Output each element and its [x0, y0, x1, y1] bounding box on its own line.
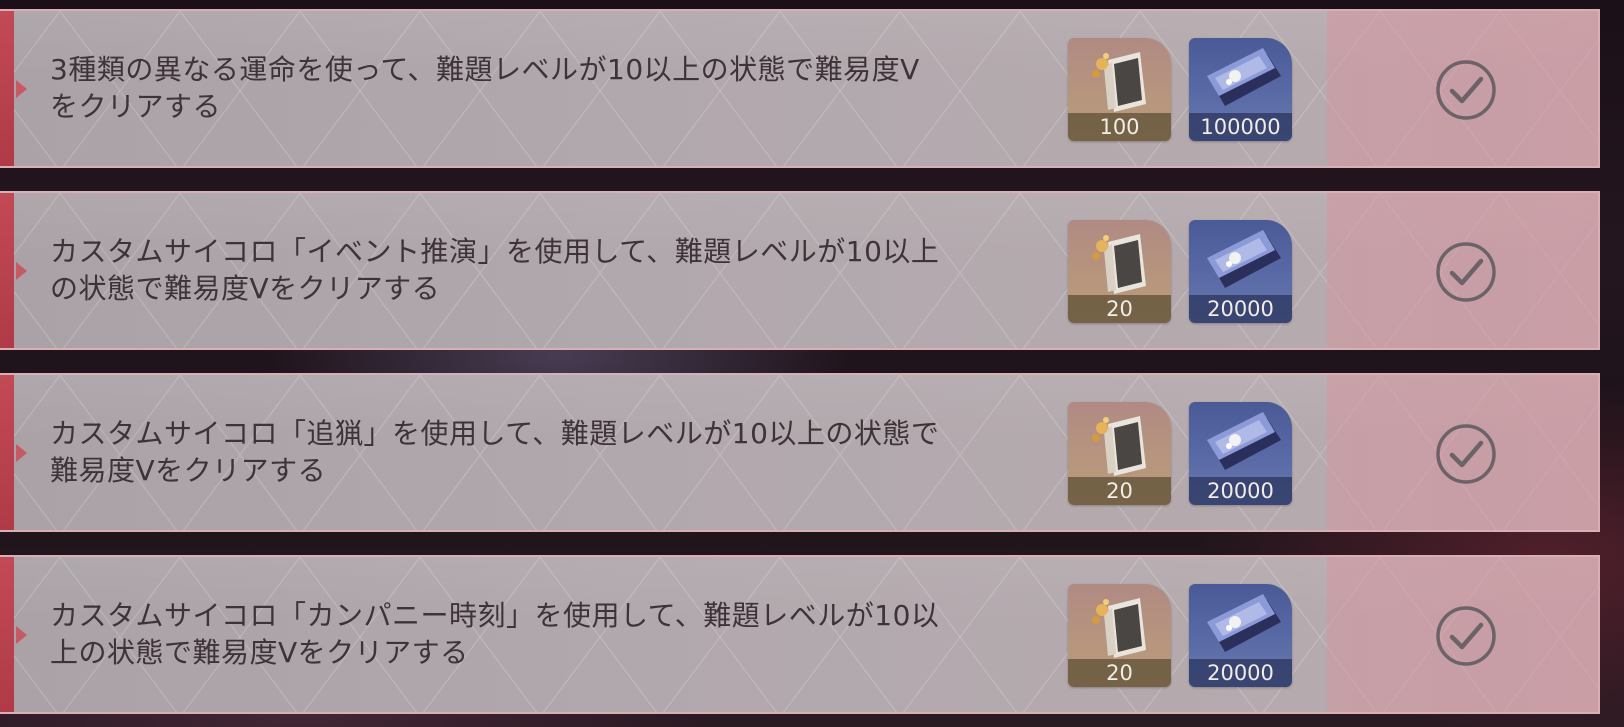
pass-card-icon — [1207, 412, 1281, 470]
book-icon — [1092, 598, 1146, 658]
mission-description: 3種類の異なる運命を使って、難題レベルが10以上の状態で難易度V をクリアする — [50, 53, 920, 123]
checkmark-circle-icon — [1436, 242, 1496, 302]
pass-card-icon — [1207, 594, 1281, 652]
claim-status-area[interactable] — [1327, 557, 1598, 712]
claim-status-area[interactable] — [1327, 11, 1598, 166]
mission-row: カスタムサイコロ「イベント推演」を使用して、難題レベルが10以上 の状態で難易度… — [0, 191, 1600, 350]
reward-item-book[interactable]: 20 — [1068, 220, 1171, 323]
row-pointer-icon — [16, 443, 27, 462]
reward-count: 20 — [1068, 295, 1171, 323]
reward-count: 100 — [1068, 113, 1171, 141]
row-pointer-icon — [16, 625, 27, 644]
row-accent-bar — [0, 11, 14, 166]
checkmark-circle-icon — [1436, 60, 1496, 120]
row-accent-bar — [0, 375, 14, 530]
reward-count: 20 — [1068, 659, 1171, 687]
row-pointer-icon — [16, 79, 27, 98]
reward-item-pass[interactable]: 20000 — [1189, 584, 1292, 687]
mission-list: 3種類の異なる運命を使って、難題レベルが10以上の状態で難易度V をクリアする … — [0, 0, 1624, 727]
checkmark-circle-icon — [1436, 606, 1496, 666]
reward-count: 100000 — [1189, 113, 1292, 141]
claim-status-area[interactable] — [1327, 193, 1598, 348]
pass-card-icon — [1207, 230, 1281, 288]
reward-count: 20000 — [1189, 659, 1292, 687]
reward-count: 20000 — [1189, 295, 1292, 323]
book-icon — [1092, 416, 1146, 476]
reward-item-book[interactable]: 100 — [1068, 38, 1171, 141]
row-pointer-icon — [16, 261, 27, 280]
checkmark-circle-icon — [1436, 424, 1496, 484]
row-accent-bar — [0, 193, 14, 348]
reward-item-pass[interactable]: 20000 — [1189, 220, 1292, 323]
mission-description: カスタムサイコロ「イベント推演」を使用して、難題レベルが10以上 の状態で難易度… — [50, 235, 940, 305]
mission-row: カスタムサイコロ「カンパニー時刻」を使用して、難題レベルが10以 上の状態で難易… — [0, 555, 1600, 714]
pass-card-icon — [1207, 48, 1281, 106]
claim-status-area[interactable] — [1327, 375, 1598, 530]
mission-row: 3種類の異なる運命を使って、難題レベルが10以上の状態で難易度V をクリアする … — [0, 9, 1600, 168]
reward-item-book[interactable]: 20 — [1068, 584, 1171, 687]
mission-description: カスタムサイコロ「追猟」を使用して、難題レベルが10以上の状態で 難易度Vをクリ… — [50, 417, 940, 487]
reward-count: 20000 — [1189, 477, 1292, 505]
book-icon — [1092, 234, 1146, 294]
reward-item-pass[interactable]: 20000 — [1189, 402, 1292, 505]
reward-item-book[interactable]: 20 — [1068, 402, 1171, 505]
book-icon — [1092, 52, 1146, 112]
mission-row: カスタムサイコロ「追猟」を使用して、難題レベルが10以上の状態で 難易度Vをクリ… — [0, 373, 1600, 532]
reward-item-pass[interactable]: 100000 — [1189, 38, 1292, 141]
mission-description: カスタムサイコロ「カンパニー時刻」を使用して、難題レベルが10以 上の状態で難易… — [50, 599, 940, 669]
reward-count: 20 — [1068, 477, 1171, 505]
row-accent-bar — [0, 557, 14, 712]
